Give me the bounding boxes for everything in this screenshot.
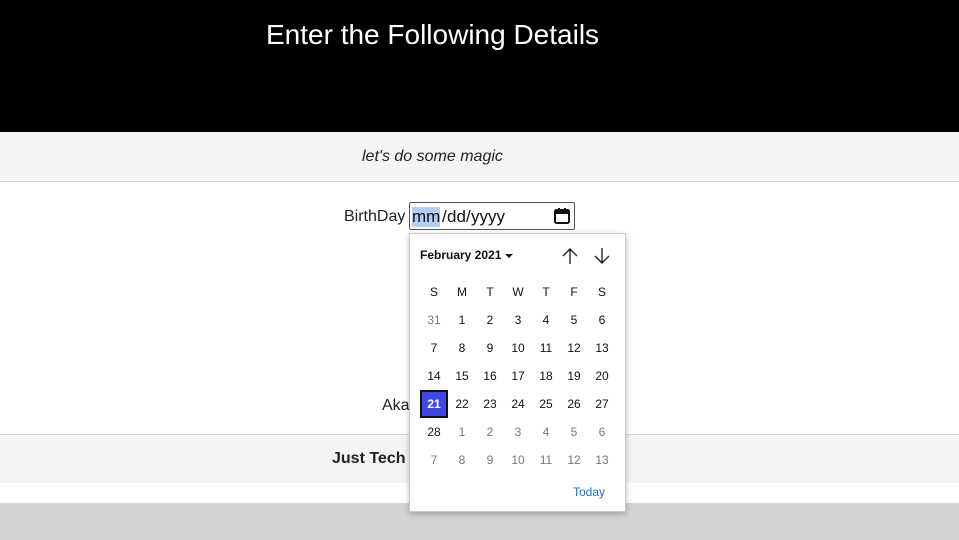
day-cell[interactable]: 28 bbox=[420, 418, 448, 446]
day-cell[interactable]: 14 bbox=[420, 362, 448, 390]
month-year-label: February 2021 bbox=[420, 248, 502, 262]
date-picker-popup: February 2021 S M T W T F S 31 1 2 3 4 5… bbox=[409, 233, 626, 512]
week-row: 28 1 2 3 4 5 6 bbox=[420, 418, 616, 446]
day-cell[interactable]: 7 bbox=[420, 334, 448, 362]
day-cell[interactable]: 11 bbox=[532, 334, 560, 362]
year-segment[interactable]: yyyy bbox=[471, 207, 505, 227]
month-segment[interactable]: mm bbox=[412, 207, 441, 227]
selected-day-cell[interactable]: 21 bbox=[420, 390, 448, 418]
day-cell[interactable]: 8 bbox=[448, 334, 476, 362]
birthday-date-input[interactable]: mm / dd / yyyy bbox=[409, 202, 575, 230]
birthday-label: BirthDay bbox=[344, 208, 406, 225]
day-cell[interactable]: 6 bbox=[588, 306, 616, 334]
day-cell[interactable]: 31 bbox=[420, 306, 448, 334]
day-cell[interactable]: 20 bbox=[588, 362, 616, 390]
next-month-arrow-icon[interactable] bbox=[592, 246, 612, 266]
day-cell[interactable]: 10 bbox=[504, 446, 532, 474]
day-cell[interactable]: 5 bbox=[560, 418, 588, 446]
page-title: Enter the Following Details bbox=[266, 19, 600, 50]
day-cell[interactable]: 3 bbox=[504, 418, 532, 446]
day-cell[interactable]: 25 bbox=[532, 390, 560, 418]
day-cell[interactable]: 12 bbox=[560, 334, 588, 362]
day-cell[interactable]: 18 bbox=[532, 362, 560, 390]
day-cell[interactable]: 2 bbox=[476, 306, 504, 334]
week-row: 7 8 9 10 11 12 13 bbox=[420, 334, 616, 362]
day-cell[interactable]: 17 bbox=[504, 362, 532, 390]
day-cell[interactable]: 10 bbox=[504, 334, 532, 362]
day-cell[interactable]: 13 bbox=[588, 446, 616, 474]
day-cell[interactable]: 7 bbox=[420, 446, 448, 474]
day-cell[interactable]: 1 bbox=[448, 306, 476, 334]
weekday-label: T bbox=[486, 285, 494, 299]
day-cell[interactable]: 27 bbox=[588, 390, 616, 418]
calendar-grid: S M T W T F S 31 1 2 3 4 5 6 7 8 9 10 11… bbox=[420, 278, 616, 474]
weekday-label: M bbox=[457, 285, 467, 299]
week-row: 14 15 16 17 18 19 20 bbox=[420, 362, 616, 390]
day-cell[interactable]: 4 bbox=[532, 306, 560, 334]
day-cell[interactable]: 4 bbox=[532, 418, 560, 446]
weekday-header-row: S M T W T F S bbox=[420, 278, 616, 306]
day-cell[interactable]: 8 bbox=[448, 446, 476, 474]
day-cell[interactable]: 5 bbox=[560, 306, 588, 334]
day-cell[interactable]: 1 bbox=[448, 418, 476, 446]
day-cell[interactable]: 3 bbox=[504, 306, 532, 334]
day-cell[interactable]: 11 bbox=[532, 446, 560, 474]
week-row: 7 8 9 10 11 12 13 bbox=[420, 446, 616, 474]
week-row: 31 1 2 3 4 5 6 bbox=[420, 306, 616, 334]
weekday-label: F bbox=[570, 285, 578, 299]
day-segment[interactable]: dd bbox=[447, 207, 466, 227]
weekday-label: T bbox=[542, 285, 550, 299]
weekday-label: S bbox=[429, 285, 438, 299]
day-cell[interactable]: 12 bbox=[560, 446, 588, 474]
chevron-down-icon bbox=[505, 253, 514, 258]
day-cell[interactable]: 16 bbox=[476, 362, 504, 390]
day-cell[interactable]: 9 bbox=[476, 446, 504, 474]
day-cell[interactable]: 15 bbox=[448, 362, 476, 390]
today-button[interactable]: Today bbox=[573, 485, 605, 499]
day-cell[interactable]: 19 bbox=[560, 362, 588, 390]
day-cell[interactable]: 22 bbox=[448, 390, 476, 418]
aka-label: Aka bbox=[382, 397, 410, 414]
day-cell[interactable]: 26 bbox=[560, 390, 588, 418]
day-cell[interactable]: 2 bbox=[476, 418, 504, 446]
previous-month-arrow-icon[interactable] bbox=[560, 246, 580, 266]
footer-text: Just Tech bbox=[332, 450, 406, 467]
day-cell[interactable]: 13 bbox=[588, 334, 616, 362]
day-cell[interactable]: 6 bbox=[588, 418, 616, 446]
calendar-icon[interactable] bbox=[553, 207, 571, 225]
day-cell[interactable]: 23 bbox=[476, 390, 504, 418]
month-year-dropdown[interactable]: February 2021 bbox=[420, 248, 514, 262]
day-cell[interactable]: 9 bbox=[476, 334, 504, 362]
week-row: 21 22 23 24 25 26 27 bbox=[420, 390, 616, 418]
tagline: let's do some magic bbox=[362, 148, 503, 165]
page-header: Enter the Following Details bbox=[0, 0, 959, 132]
weekday-label: W bbox=[512, 285, 524, 299]
day-cell[interactable]: 24 bbox=[504, 390, 532, 418]
weekday-label: S bbox=[597, 285, 606, 299]
